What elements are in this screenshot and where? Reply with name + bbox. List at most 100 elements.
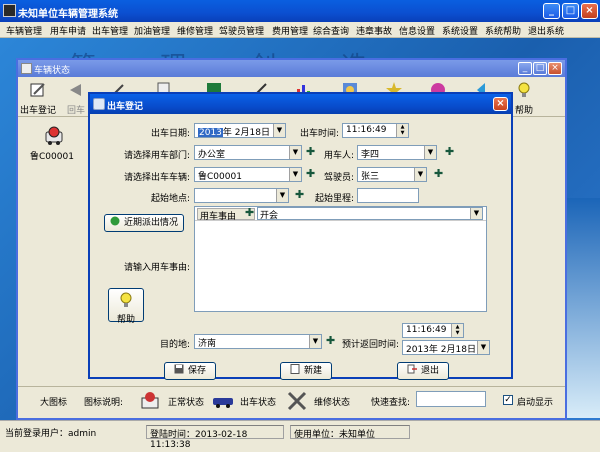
menu-system-settings[interactable]: 系统设置 bbox=[442, 24, 478, 37]
app-icon bbox=[3, 4, 16, 17]
help-button[interactable]: 帮助 bbox=[108, 288, 144, 325]
window-icon bbox=[21, 63, 32, 74]
menu-help[interactable]: 系统帮助 bbox=[485, 24, 521, 37]
recent-dispatch-button[interactable]: 近期派出情况 bbox=[104, 214, 184, 232]
status-bar: 当前登录用户：admin 登陆时间：2013-02-18 11:13:38 使用… bbox=[0, 420, 600, 452]
new-button[interactable]: 新建 bbox=[280, 362, 332, 380]
date-picker[interactable]: 2013年 2月18日 ▼ bbox=[194, 123, 286, 138]
add-reason-icon[interactable]: ✚ bbox=[245, 206, 254, 219]
date-year: 2013 bbox=[198, 128, 223, 138]
main-titlebar: 未知单位车辆管理系统 _ □ × bbox=[0, 0, 600, 22]
dialog-title: 出车登记 bbox=[107, 102, 144, 112]
maximize-button[interactable]: □ bbox=[562, 3, 579, 19]
repair-status-label: 维修状态 bbox=[314, 398, 351, 408]
menu-bar: 车辆管理 用车申请 出车管理 加油管理 维修管理 驾驶员管理 费用管理 综合查询… bbox=[0, 22, 600, 38]
login-time: 登陆时间：2013-02-18 11:13:38 bbox=[146, 425, 284, 450]
add-vehicle-icon[interactable]: ✚ bbox=[306, 167, 315, 180]
close-button[interactable]: × bbox=[581, 3, 598, 19]
current-user: 当前登录用户：admin bbox=[5, 429, 97, 439]
vehicle-status-titlebar: 车辆状态 _ □ × bbox=[18, 60, 565, 77]
return-date-picker[interactable]: 2013年 2月18日 ▼ bbox=[402, 340, 490, 355]
vehicle-list: 鲁C00001 bbox=[24, 120, 94, 370]
mileage-input[interactable] bbox=[357, 188, 419, 203]
chevron-down-icon[interactable]: ▼ bbox=[470, 208, 482, 219]
main-window-title: 未知单位车辆管理系统 bbox=[18, 9, 118, 20]
start-label: 起始地点: bbox=[150, 194, 190, 204]
big-icon-toggle[interactable]: 大图标 bbox=[40, 395, 67, 408]
add-dest-icon[interactable]: ✚ bbox=[326, 334, 335, 347]
chevron-down-icon[interactable]: ▼ bbox=[414, 168, 426, 181]
date-dropdown-icon[interactable]: ▼ bbox=[273, 124, 285, 137]
child-close-button[interactable]: × bbox=[548, 62, 562, 75]
menu-expense[interactable]: 费用管理 bbox=[272, 24, 308, 37]
chevron-down-icon[interactable]: ▼ bbox=[289, 146, 301, 159]
autoshow-label: 启动显示 bbox=[517, 398, 554, 408]
unit-name: 使用单位：未知单位 bbox=[290, 425, 410, 440]
mileage-label: 起始里程: bbox=[314, 194, 354, 204]
exit-button[interactable]: 退出 bbox=[397, 362, 449, 380]
time-label: 出车时间: bbox=[299, 129, 339, 139]
child-maximize-button[interactable]: □ bbox=[533, 62, 547, 75]
menu-exit[interactable]: 退出系统 bbox=[528, 24, 564, 37]
reason-grid[interactable]: 用车事由 ✚ 开会 ▼ bbox=[194, 206, 487, 312]
dispatch-register-icon bbox=[30, 83, 45, 97]
add-driver-icon[interactable]: ✚ bbox=[434, 167, 443, 180]
menu-vehicle-management[interactable]: 车辆管理 bbox=[6, 24, 42, 37]
menu-car-request[interactable]: 用车申请 bbox=[50, 24, 86, 37]
menu-query[interactable]: 综合查询 bbox=[313, 24, 349, 37]
dialog-close-button[interactable]: × bbox=[493, 97, 508, 111]
driver-select[interactable]: 张三 ▼ bbox=[357, 167, 427, 182]
driver-label: 驾驶员: bbox=[323, 173, 354, 183]
search-label: 快速查找: bbox=[371, 398, 411, 408]
vehicle-select[interactable]: 鲁C00001 ▼ bbox=[194, 167, 302, 182]
start-select[interactable]: ▼ bbox=[194, 188, 289, 203]
child-minimize-button[interactable]: _ bbox=[518, 62, 532, 75]
menu-info-settings[interactable]: 信息设置 bbox=[399, 24, 435, 37]
chevron-down-icon[interactable]: ▼ bbox=[424, 146, 436, 159]
exit-icon bbox=[407, 364, 417, 374]
return-label: 预计返回时间: bbox=[341, 340, 399, 350]
menu-driver[interactable]: 驾驶员管理 bbox=[219, 24, 264, 37]
new-document-icon bbox=[290, 364, 300, 374]
vehicle-label: 请选择出车车辆: bbox=[123, 173, 190, 183]
dialog-titlebar: 出车登记 × bbox=[90, 94, 511, 114]
chevron-down-icon[interactable]: ▼ bbox=[477, 341, 489, 354]
menu-dispatch[interactable]: 出车管理 bbox=[92, 24, 128, 37]
dest-select[interactable]: 济南 ▼ bbox=[194, 334, 322, 349]
menu-repair[interactable]: 维修管理 bbox=[177, 24, 213, 37]
dept-select[interactable]: 办公室 ▼ bbox=[194, 145, 302, 160]
save-button[interactable]: 保存 bbox=[164, 362, 216, 380]
repair-status-icon bbox=[287, 391, 307, 411]
dest-label: 目的地: bbox=[159, 340, 190, 350]
dispatch-register-dialog: 出车登记 × 出车日期: 2013年 2月18日 ▼ 出车时间: 11:16:4… bbox=[88, 92, 513, 380]
dispatch-register-tool[interactable]: 出车登记 bbox=[20, 79, 56, 116]
add-dept-icon[interactable]: ✚ bbox=[306, 145, 315, 158]
user-select[interactable]: 李四 ▼ bbox=[357, 145, 437, 160]
reason-label: 请输入用车事由: bbox=[123, 263, 190, 273]
chevron-down-icon[interactable]: ▼ bbox=[309, 335, 321, 348]
reason-select[interactable]: 开会 ▼ bbox=[257, 207, 483, 220]
time-input[interactable]: 11:16:49 ▲ ▼ bbox=[342, 123, 409, 138]
return-time-spinner-icon[interactable]: ▲ ▼ bbox=[451, 324, 463, 337]
legend-label: 图标说明: bbox=[84, 398, 124, 408]
out-status-label: 出车状态 bbox=[240, 398, 277, 408]
menu-fuel[interactable]: 加油管理 bbox=[134, 24, 170, 37]
autoshow-checkbox[interactable]: ✓ bbox=[503, 395, 513, 405]
dialog-icon bbox=[93, 98, 105, 110]
return-time-input[interactable]: 11:16:49 ▲ ▼ bbox=[402, 323, 464, 338]
menu-violation[interactable]: 违章事故 bbox=[356, 24, 392, 37]
add-start-icon[interactable]: ✚ bbox=[295, 188, 304, 201]
return-icon bbox=[70, 84, 81, 96]
add-user-icon[interactable]: ✚ bbox=[445, 145, 454, 158]
globe-icon bbox=[110, 216, 120, 226]
normal-status-label: 正常状态 bbox=[168, 398, 205, 408]
chevron-down-icon[interactable]: ▼ bbox=[289, 168, 301, 181]
search-input[interactable] bbox=[416, 391, 486, 407]
normal-status-icon bbox=[141, 392, 159, 409]
time-spinner-icon[interactable]: ▲ ▼ bbox=[396, 124, 408, 137]
lightbulb-icon bbox=[120, 292, 132, 307]
dept-label: 请选择用车部门: bbox=[123, 151, 190, 161]
minimize-button[interactable]: _ bbox=[543, 3, 560, 19]
chevron-down-icon[interactable]: ▼ bbox=[276, 189, 288, 202]
date-label: 出车日期: bbox=[150, 129, 190, 139]
